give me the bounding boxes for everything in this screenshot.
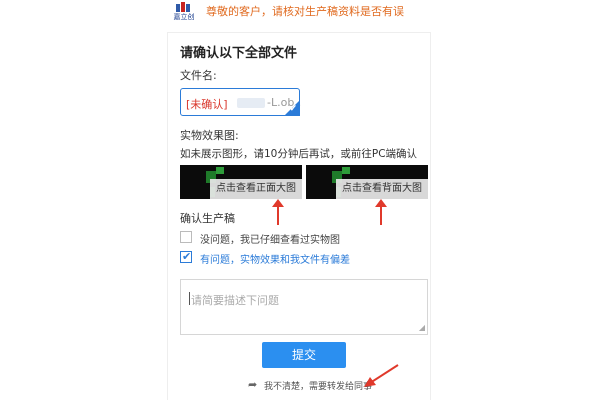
- option-has-problem[interactable]: ✔ 有问题，实物效果和我文件有偏差: [180, 250, 420, 267]
- problem-description-input[interactable]: 请简要描述下问题 ◢: [180, 279, 428, 335]
- textarea-placeholder: 请简要描述下问题: [191, 294, 279, 307]
- no-problem-checkbox[interactable]: [180, 231, 192, 243]
- annotation-arrow-icon: [272, 199, 284, 225]
- effect-label: 实物效果图:: [180, 129, 239, 142]
- filename-redacted: [237, 98, 265, 108]
- front-preview[interactable]: 点击查看正面大图: [180, 165, 302, 199]
- confirm-label: 确认生产稿: [180, 212, 235, 225]
- view-back-button[interactable]: 点击查看背面大图: [336, 179, 428, 199]
- logo-text: 嘉立创: [173, 13, 195, 21]
- page-title: 请确认以下全部文件: [180, 46, 298, 61]
- text-caret: [189, 292, 190, 305]
- file-label: 文件名:: [180, 69, 217, 82]
- option-no-problem[interactable]: 没问题，我已仔细查看过实物图: [180, 231, 420, 247]
- logo-mark-icon: [176, 2, 192, 12]
- confirm-card: 请确认以下全部文件 文件名: [未确认] -L.ob.. ✔ 实物效果图: 如未…: [168, 33, 430, 400]
- file-item[interactable]: [未确认] -L.ob.. ✔: [180, 88, 301, 116]
- checkmark-icon: ✔: [182, 250, 192, 263]
- company-logo: 嘉立创: [170, 2, 198, 22]
- resize-grip-icon[interactable]: ◢: [419, 324, 425, 332]
- forward-text: 我不清楚，需要转发给同事: [264, 382, 373, 392]
- notice-text: 尊敬的客户，请核对生产稿资料是否有误: [206, 5, 404, 18]
- submit-button[interactable]: 提交: [262, 342, 346, 368]
- annotation-arrow-icon: [375, 199, 387, 225]
- top-bar: 嘉立创 尊敬的客户，请核对生产稿资料是否有误: [0, 0, 600, 24]
- effect-hint: 如未展示图形，请10分钟后再试，或前往PC端确认: [180, 148, 418, 160]
- back-preview[interactable]: 点击查看背面大图: [306, 165, 428, 199]
- unconfirmed-tag: [未确认]: [186, 98, 228, 111]
- annotation-arrow-icon: [364, 364, 399, 387]
- share-arrow-icon: ➦: [248, 378, 258, 391]
- no-problem-label: 没问题，我已仔细查看过实物图: [200, 235, 340, 246]
- view-front-button[interactable]: 点击查看正面大图: [210, 179, 302, 199]
- has-problem-label: 有问题，实物效果和我文件有偏差: [200, 255, 350, 266]
- checkmark-icon: ✔: [289, 104, 297, 114]
- has-problem-checkbox[interactable]: ✔: [180, 250, 192, 263]
